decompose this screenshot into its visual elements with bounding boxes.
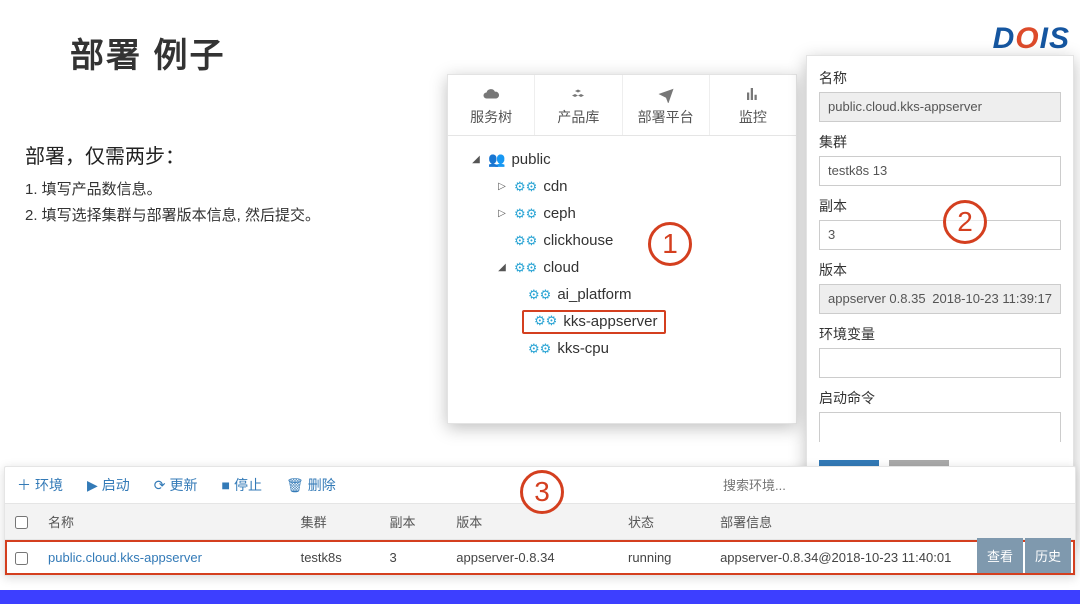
tree-node-kks-appserver[interactable]: ⚙⚙ kks-appserver	[522, 308, 782, 335]
label-cluster: 集群	[819, 132, 1061, 152]
logo-i: I	[1040, 22, 1049, 55]
plane-icon	[656, 85, 676, 103]
input-env[interactable]	[819, 348, 1061, 378]
th-cluster[interactable]: 集群	[291, 504, 380, 540]
tree-node-cdn[interactable]: ▷⚙⚙cdn	[496, 173, 782, 200]
history-button[interactable]: 历史	[1025, 538, 1071, 573]
tree-label: kks-appserver	[563, 313, 657, 330]
tab-deploy-platform-label: 部署平台	[638, 109, 694, 125]
stop-icon: ■	[222, 477, 230, 493]
row-action-buttons: 查看 历史	[975, 538, 1071, 573]
chart-icon	[743, 85, 763, 103]
action-label: 停止	[234, 475, 262, 495]
cell-status: running	[618, 540, 710, 576]
gears-icon: ⚙⚙	[528, 287, 551, 303]
tab-deploy-platform[interactable]: 部署平台	[623, 75, 710, 135]
cell-cluster: testk8s	[291, 540, 380, 576]
cubes-icon	[568, 85, 588, 103]
delete-button[interactable]: 🗑删除	[286, 475, 336, 495]
intro-block: 部署，仅需两步： 1. 填写产品数信息。 2. 填写选择集群与部署版本信息, 然…	[25, 140, 320, 228]
input-start-cmd[interactable]	[819, 412, 1061, 442]
tree-view[interactable]: ◢👥public ▷⚙⚙cdn ▷⚙⚙ceph ⚙⚙clickhouse ◢⚙⚙…	[448, 136, 796, 372]
label-name: 名称	[819, 68, 1061, 88]
plus-icon: ＋	[17, 475, 31, 495]
action-label: 更新	[170, 475, 198, 495]
stop-button[interactable]: ■停止	[222, 475, 262, 495]
tree-label: ai_platform	[557, 286, 631, 303]
view-button[interactable]: 查看	[977, 538, 1023, 573]
th-status[interactable]: 状态	[618, 504, 710, 540]
gears-icon: ⚙⚙	[514, 179, 537, 195]
action-label: 环境	[35, 475, 63, 495]
footer-bar	[0, 590, 1080, 604]
refresh-icon: ⟳	[154, 477, 166, 494]
tree-node-kks-cpu[interactable]: ⚙⚙ kks-cpu	[522, 335, 782, 362]
page-title: 部署 例子	[70, 28, 225, 77]
input-name[interactable]: public.cloud.kks-appserver	[819, 92, 1061, 122]
tree-node-public[interactable]: ◢👥public	[470, 146, 782, 173]
select-all-checkbox[interactable]	[15, 516, 28, 529]
label-replica: 副本	[819, 196, 1061, 216]
gears-icon: ⚙⚙	[514, 260, 537, 276]
label-env: 环境变量	[819, 324, 1061, 344]
gears-icon: ⚙⚙	[528, 341, 551, 357]
version-name: appserver 0.8.35	[828, 291, 926, 307]
input-replica[interactable]: 3	[819, 220, 1061, 250]
tree-label: clickhouse	[543, 232, 613, 249]
trash-icon: 🗑	[286, 477, 304, 494]
cell-version: appserver-0.8.34	[446, 540, 618, 576]
cloud-icon	[481, 85, 501, 103]
service-tree-panel: 服务树 产品库 部署平台 监控 ◢👥public ▷⚙⚙cdn ▷⚙⚙ceph …	[447, 74, 797, 424]
gears-icon: ⚙⚙	[514, 206, 537, 222]
table-row[interactable]: public.cloud.kks-appserver testk8s 3 app…	[5, 540, 1075, 576]
tab-monitor[interactable]: 监控	[710, 75, 796, 135]
row-checkbox[interactable]	[15, 552, 28, 565]
label-start-cmd: 启动命令	[819, 388, 1061, 408]
th-replica[interactable]: 副本	[379, 504, 446, 540]
tree-node-cloud[interactable]: ◢⚙⚙cloud	[496, 254, 782, 281]
annotation-circle-2: 2	[943, 200, 987, 244]
gears-icon: ⚙⚙	[534, 313, 557, 329]
intro-step-2: 2. 填写选择集群与部署版本信息, 然后提交。	[25, 203, 320, 229]
logo-o: O	[1015, 22, 1039, 55]
tree-label: public	[511, 151, 550, 168]
tree-node-ai-platform[interactable]: ⚙⚙ ai_platform	[522, 281, 782, 308]
tab-product-lib[interactable]: 产品库	[535, 75, 622, 135]
version-time: 2018-10-23 11:39:17	[932, 291, 1052, 307]
tree-label: cdn	[543, 178, 567, 195]
logo-s: S	[1049, 22, 1070, 55]
search-input[interactable]	[723, 478, 883, 493]
action-label: 启动	[102, 475, 130, 495]
play-icon: ▶	[87, 477, 98, 494]
cell-replica: 3	[379, 540, 446, 576]
people-icon: 👥	[488, 151, 505, 168]
tree-node-clickhouse[interactable]: ⚙⚙ clickhouse	[496, 227, 782, 254]
tab-product-lib-label: 产品库	[557, 109, 599, 125]
input-version[interactable]: appserver 0.8.35 2018-10-23 11:39:17	[819, 284, 1061, 314]
cell-name[interactable]: public.cloud.kks-appserver	[38, 540, 291, 576]
logo-dois: DOIS	[993, 22, 1070, 56]
tree-label: cloud	[543, 259, 579, 276]
start-button[interactable]: ▶启动	[87, 475, 130, 495]
add-env-button[interactable]: ＋环境	[17, 475, 63, 495]
input-cluster[interactable]: testk8s 13	[819, 156, 1061, 186]
tree-node-ceph[interactable]: ▷⚙⚙ceph	[496, 200, 782, 227]
top-toolbar: 服务树 产品库 部署平台 监控	[448, 75, 796, 136]
tab-monitor-label: 监控	[739, 109, 767, 125]
annotation-circle-3: 3	[520, 470, 564, 514]
annotation-circle-1: 1	[648, 222, 692, 266]
tree-label: ceph	[543, 205, 576, 222]
tab-service-tree[interactable]: 服务树	[448, 75, 535, 135]
refresh-button[interactable]: ⟳更新	[154, 475, 198, 495]
tree-label: kks-cpu	[557, 340, 609, 357]
action-label: 删除	[308, 475, 336, 495]
label-version: 版本	[819, 260, 1061, 280]
th-name[interactable]: 名称	[38, 504, 291, 540]
th-deploy-info[interactable]: 部署信息	[710, 504, 1075, 540]
gears-icon: ⚙⚙	[514, 233, 537, 249]
intro-heading: 部署，仅需两步：	[25, 140, 320, 169]
logo-d: D	[993, 22, 1016, 55]
tab-service-tree-label: 服务树	[470, 109, 512, 125]
intro-step-1: 1. 填写产品数信息。	[25, 177, 320, 203]
